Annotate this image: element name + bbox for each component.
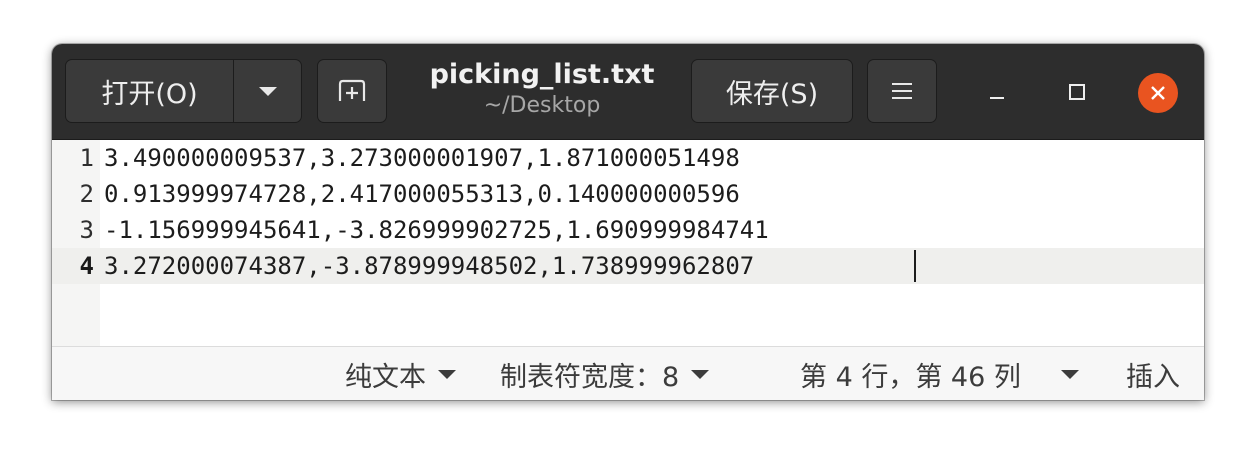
new-tab-button[interactable] [317,59,387,123]
header-bar: 打开(O) picking_list.txt ~/Desktop 保存(S) [52,44,1204,140]
language-label: 纯文本 [345,361,426,393]
save-button[interactable]: 保存(S) [691,59,853,123]
chevron-down-icon [258,86,277,96]
text-line[interactable]: 0.913999974728,2.417000055313,0.14000000… [104,176,740,212]
insert-mode-indicator[interactable]: 插入 [1126,347,1180,400]
main-menu-button[interactable] [867,59,937,123]
language-selector[interactable]: 纯文本 [345,347,456,400]
cursor-position-selector[interactable]: 第 4 行，第 46 列 [800,347,1079,400]
line-number: 1 [79,144,94,172]
close-icon [1151,86,1165,100]
cursor-position-label: 第 4 行，第 46 列 [800,361,1021,393]
text-editor[interactable]: 1 3.490000009537,3.273000001907,1.871000… [52,140,1204,346]
minimize-button[interactable] [979,74,1015,110]
text-line[interactable]: 3.490000009537,3.273000001907,1.87100005… [104,140,740,176]
open-button-label: 打开(O) [101,78,198,110]
chevron-down-icon [438,369,456,379]
document-path: ~/Desktop [483,93,601,118]
hamburger-menu-icon [892,83,912,99]
text-line[interactable]: -1.156999945641,-3.826999902725,1.690999… [104,212,769,248]
maximize-icon [1069,84,1085,100]
close-button[interactable] [1138,73,1178,113]
insert-mode-label: 插入 [1126,361,1180,393]
line-number-current: 4 [79,252,94,280]
line-number: 2 [79,180,94,208]
line-number: 3 [79,216,94,244]
document-title: picking_list.txt [429,59,655,90]
open-button[interactable]: 打开(O) [65,59,234,123]
window-title: picking_list.txt ~/Desktop [412,58,672,120]
new-tab-icon [338,79,366,101]
tab-width-label: 制表符宽度：8 [500,361,680,393]
minimize-icon [990,97,1004,99]
maximize-button[interactable] [1059,74,1095,110]
status-bar: 纯文本 制表符宽度：8 第 4 行，第 46 列 插入 [52,346,1204,400]
tab-width-selector[interactable]: 制表符宽度：8 [500,347,710,400]
gedit-window: 打开(O) picking_list.txt ~/Desktop 保存(S) 1… [52,44,1204,400]
save-button-label: 保存(S) [725,78,819,110]
text-cursor [914,250,916,282]
text-line-current[interactable]: 3.272000074387,-3.878999948502,1.7389999… [104,248,754,284]
chevron-down-icon [691,369,710,379]
chevron-down-icon [1060,369,1079,379]
open-recent-dropdown-button[interactable] [233,59,302,123]
